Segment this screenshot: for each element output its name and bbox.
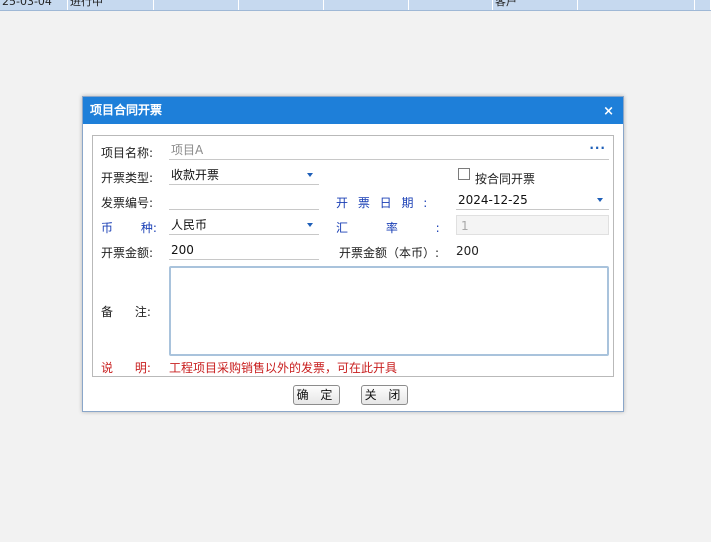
dialog-header[interactable]: 项目合同开票 × [83,97,623,124]
chevron-down-icon [307,173,313,177]
grid-cell [154,0,239,10]
invoice-no-input[interactable] [169,190,319,210]
grid-cell [239,0,324,10]
by-contract-label: 按合同开票 [475,172,536,186]
grid-cell [324,0,409,10]
invoice-date-picker[interactable]: 2024-12-25 [456,190,609,210]
grid-cell [409,0,493,10]
confirm-button[interactable]: 确 定 [293,385,340,405]
remark-textarea[interactable] [169,266,609,356]
amount-local-value: 200 [456,244,479,258]
grid-cell-customer: 客户 [493,0,578,10]
chevron-down-icon [307,223,313,227]
project-name-label: 项目名称: [101,146,154,160]
note-label: 说 明: [101,361,151,375]
grid-cell [695,0,711,10]
invoice-date-value: 2024-12-25 [458,193,528,207]
dialog-title: 项目合同开票 [90,103,163,117]
invoice-type-label: 开票类型: [101,171,154,185]
browse-ellipsis-icon[interactable]: ··· [589,140,606,157]
grid-cell-date: 25-03-04 [0,0,68,10]
currency-label: 币 种: [101,221,157,235]
background-grid-row[interactable]: 25-03-04 进行中 客户 [0,0,711,11]
amount-input[interactable]: 200 [169,240,319,260]
invoice-type-value: 收款开票 [171,168,220,182]
invoice-date-label: 开 票 日 期 : [336,196,428,210]
remark-label: 备 注: [101,305,151,319]
project-name-field[interactable]: 项目A ··· [169,140,609,160]
invoice-dialog: 项目合同开票 × 项目名称: 项目A ··· 开票类型: 收款开票 按合同开票 … [82,96,624,412]
exchange-rate-label: 汇 率 : [336,221,440,235]
invoice-no-label: 发票编号: [101,196,154,210]
close-icon[interactable]: × [603,97,614,126]
currency-value: 人民币 [171,218,208,232]
amount-local-label: 开票金额（本币）: [339,246,440,260]
invoice-form: 项目名称: 项目A ··· 开票类型: 收款开票 按合同开票 发票编号: 开 票… [92,135,614,377]
grid-cell [578,0,695,10]
exchange-rate-field: 1 [456,215,609,235]
amount-label: 开票金额: [101,246,154,260]
note-text: 工程项目采购销售以外的发票，可在此开具 [169,361,398,375]
invoice-type-select[interactable]: 收款开票 [169,165,319,185]
currency-select[interactable]: 人民币 [169,215,319,235]
by-contract-checkbox[interactable] [458,168,470,180]
close-button[interactable]: 关 闭 [361,385,408,405]
project-name-value: 项目A [171,143,204,157]
grid-cell-status: 进行中 [68,0,154,10]
chevron-down-icon [597,198,603,202]
